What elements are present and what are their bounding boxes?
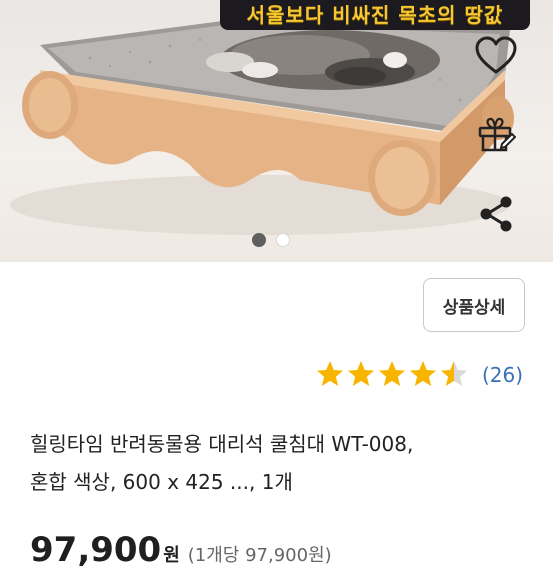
share-button[interactable] [470,188,522,240]
star-icon [379,361,405,386]
price-row: 97,900 원 (1개당 97,900원) [30,530,332,570]
star-icon [348,361,374,386]
wishlist-button[interactable] [470,30,522,82]
star-icon [410,361,436,386]
carousel-dot[interactable] [276,233,290,247]
price-value: 97,900 [30,530,162,570]
stars-icon [317,361,467,386]
carousel-indicator [252,233,290,247]
product-title-line: 힐링타임 반려동물용 대리석 쿨침대 WT-008, [30,432,414,456]
price-currency: 원 [163,545,180,566]
rating-summary[interactable]: (26) [316,360,523,390]
star-rating [316,360,472,390]
product-detail-button[interactable]: 상품상세 [423,278,525,332]
review-count[interactable]: (26) [482,363,523,387]
star-half-icon [441,361,467,386]
carousel-dot-active[interactable] [252,233,266,247]
product-title-line: 혼합 색상, 600 x 425 ..., 1개 [30,470,293,494]
promo-banner: 서울보다 비싸진 목초의 땅값 [220,0,530,30]
share-icon [480,196,512,232]
heart-outline-icon [475,36,517,74]
product-title: 힐링타임 반려동물용 대리석 쿨침대 WT-008, 혼합 색상, 600 x … [30,425,530,501]
gift-button[interactable] [470,108,522,160]
gift-icon [478,117,516,152]
product-detail-label: 상품상세 [442,297,506,318]
unit-price: (1개당 97,900원) [187,545,332,566]
star-icon [317,361,343,386]
